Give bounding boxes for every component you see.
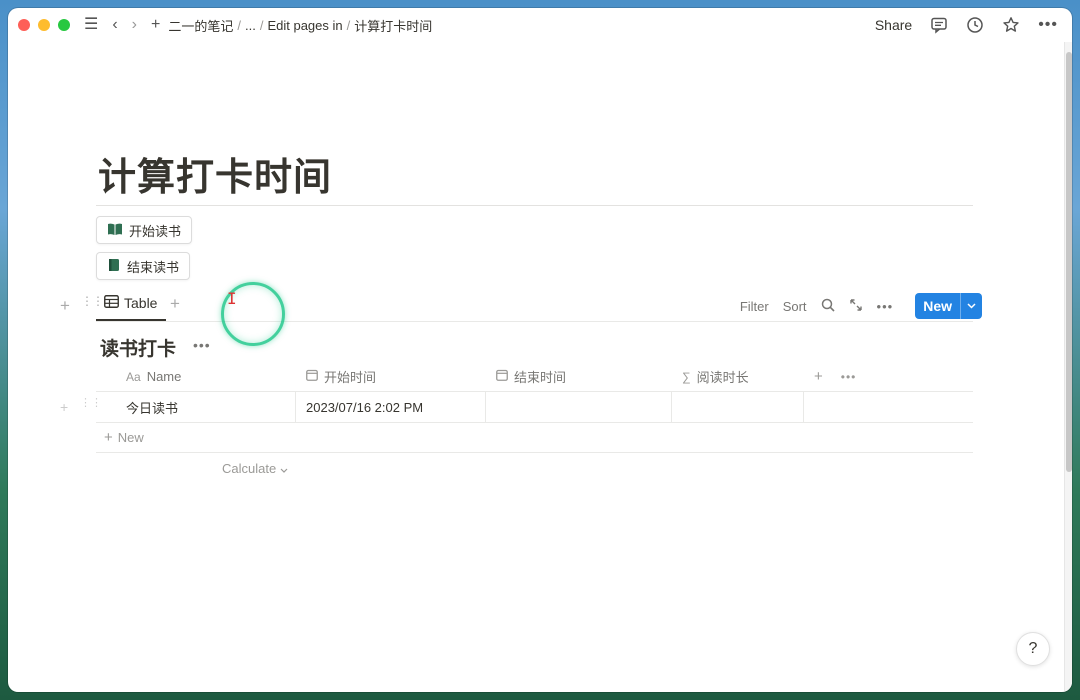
calendar-icon — [496, 369, 508, 384]
breadcrumb-separator: / — [237, 17, 241, 33]
plus-icon: + — [104, 429, 113, 446]
add-view-icon[interactable]: + — [170, 294, 180, 314]
close-window-button[interactable] — [18, 19, 30, 31]
text-cursor-icon: I — [227, 289, 237, 308]
view-tools: Filter Sort ••• New — [740, 290, 982, 322]
formula-sigma-icon: ∑ — [682, 369, 691, 384]
updates-clock-icon[interactable] — [966, 16, 984, 34]
add-property-icon[interactable]: + — [814, 368, 823, 385]
table-grid-icon — [104, 295, 119, 311]
window-controls — [18, 19, 70, 31]
properties-more-icon[interactable]: ••• — [841, 370, 857, 384]
comments-icon[interactable] — [930, 16, 948, 34]
new-row-button[interactable]: + New — [96, 423, 973, 453]
page-title[interactable]: 计算打卡时间 — [98, 146, 332, 201]
view-more-icon[interactable]: ••• — [877, 299, 894, 314]
column-header-label: Name — [146, 369, 182, 384]
title-bar: ☰ ‹ › + 二一的笔记 / ... / Edit pages in / 计算… — [8, 8, 1072, 42]
sort-button[interactable]: Sort — [783, 299, 807, 314]
breadcrumb-separator: / — [259, 17, 264, 33]
breadcrumb-item-edit-pages[interactable]: Edit pages in — [267, 18, 342, 33]
cell-end-time[interactable] — [486, 392, 672, 422]
new-record-label[interactable]: New — [915, 293, 960, 319]
minimize-window-button[interactable] — [38, 19, 50, 31]
breadcrumb-item-ellipsis[interactable]: ... — [245, 18, 256, 33]
table-row[interactable]: + ⋮⋮ 今日读书 2023/07/16 2:02 PM — [60, 392, 973, 423]
app-window: ☰ ‹ › + 二一的笔记 / ... / Edit pages in / 计算… — [8, 8, 1072, 692]
block-drag-handle-icon[interactable]: ⋮⋮ — [81, 295, 104, 307]
database-view-bar: + ⋮⋮ Table + Filter Sort ••• New — [8, 290, 1072, 322]
breadcrumb-item-current-page[interactable]: 计算打卡时间 — [354, 16, 432, 35]
cell-start-time[interactable]: 2023/07/16 2:02 PM — [296, 392, 486, 422]
page-scrollbar[interactable] — [1064, 42, 1072, 692]
block-add-icon[interactable]: + — [60, 296, 70, 316]
open-book-icon — [107, 222, 123, 239]
column-header-end-time[interactable]: 结束时间 — [486, 362, 672, 391]
help-button[interactable]: ? — [1016, 632, 1050, 666]
cell-reading-duration[interactable] — [672, 392, 804, 422]
breadcrumb: 二一的笔记 / ... / Edit pages in / 计算打卡时间 — [168, 16, 432, 35]
database-more-icon[interactable]: ••• — [193, 337, 211, 353]
column-header-label: 结束时间 — [514, 370, 567, 385]
column-header-name[interactable]: Aa Name — [96, 362, 296, 391]
share-button[interactable]: Share — [875, 17, 912, 33]
expand-arrows-icon[interactable] — [849, 298, 863, 315]
column-header-start-time[interactable]: 开始时间 — [296, 362, 486, 391]
scrollbar-thumb[interactable] — [1066, 52, 1072, 472]
end-reading-label: 结束读书 — [127, 259, 180, 275]
column-header-label: 阅读时长 — [696, 370, 749, 385]
breadcrumb-separator: / — [346, 17, 351, 33]
tab-table-view[interactable]: Table — [104, 295, 157, 311]
more-options-icon[interactable]: ••• — [1038, 16, 1058, 34]
forward-arrow-icon[interactable]: › — [132, 17, 137, 33]
column-header-actions: + ••• — [804, 362, 856, 391]
calendar-icon — [306, 369, 318, 384]
table-header-row: Aa Name 开始时间 结束时间 ∑ 阅读时长 + ••• — [96, 362, 973, 392]
zoom-window-button[interactable] — [58, 19, 70, 31]
title-divider — [96, 205, 973, 206]
database-title[interactable]: 读书打卡 — [100, 334, 176, 361]
cell-name[interactable]: 今日读书 — [96, 392, 296, 422]
sidebar-menu-icon[interactable]: ☰ — [84, 17, 98, 33]
back-arrow-icon[interactable]: ‹ — [112, 17, 117, 33]
new-row-label: New — [117, 430, 144, 445]
column-header-reading-duration[interactable]: ∑ 阅读时长 — [672, 362, 804, 391]
cell-empty — [804, 392, 973, 422]
start-reading-button[interactable]: 开始读书 — [96, 216, 193, 244]
new-record-button[interactable]: New — [915, 293, 982, 319]
tab-table-label: Table — [124, 295, 158, 311]
text-property-icon: Aa — [126, 369, 141, 384]
search-icon[interactable] — [821, 298, 835, 315]
database-table: Aa Name 开始时间 结束时间 ∑ 阅读时长 + ••• + ⋮⋮ 今日读书… — [60, 362, 973, 483]
column-header-label: 开始时间 — [324, 370, 377, 385]
row-drag-handle-icon[interactable]: ⋮⋮ — [80, 398, 102, 409]
favorite-star-icon[interactable] — [1002, 16, 1020, 34]
breadcrumb-item-notes[interactable]: 二一的笔记 — [168, 16, 233, 35]
new-page-plus-icon[interactable]: + — [151, 17, 160, 33]
end-reading-button[interactable]: 结束读书 — [96, 252, 191, 280]
calculate-button[interactable]: Calculate — [96, 453, 973, 483]
chevron-down-icon — [280, 461, 288, 476]
start-reading-label: 开始读书 — [129, 223, 182, 239]
closed-book-icon — [107, 258, 121, 275]
row-add-icon[interactable]: + — [60, 399, 68, 415]
title-bar-actions: Share ••• — [875, 8, 1058, 42]
filter-button[interactable]: Filter — [740, 299, 769, 314]
calculate-label: Calculate — [222, 460, 277, 476]
chevron-down-icon[interactable] — [960, 293, 982, 319]
